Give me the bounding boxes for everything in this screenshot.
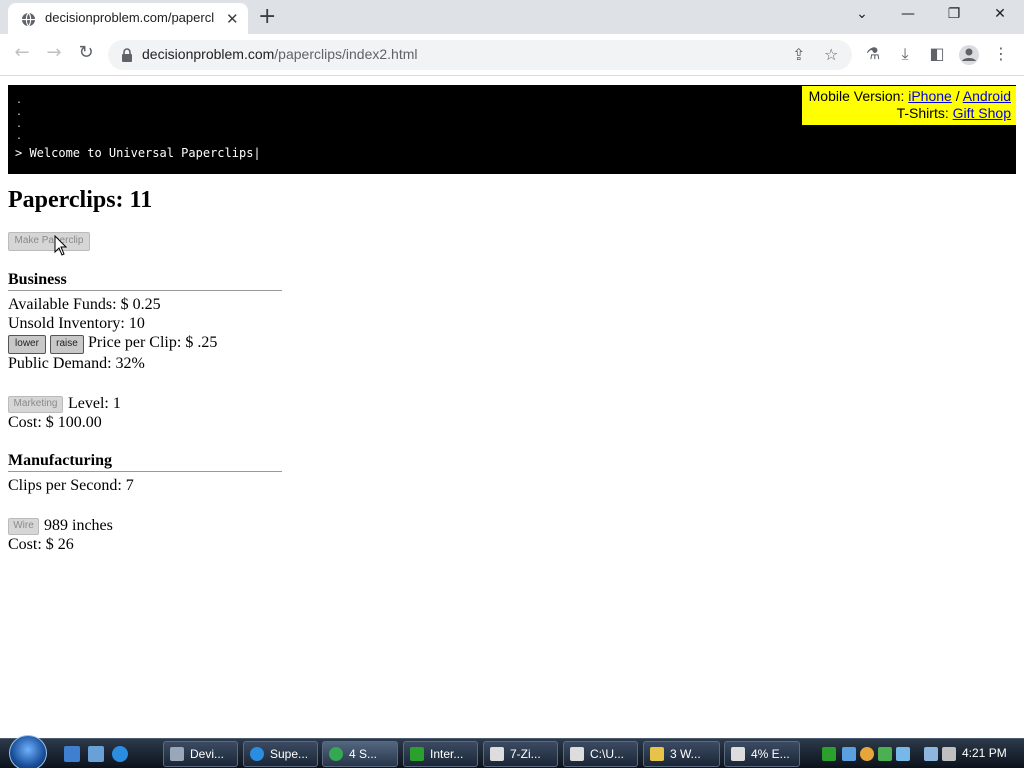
forward-icon[interactable]: → [42,42,66,66]
tray-network-icon[interactable] [842,747,856,761]
windows-taskbar: Devi... Supe... 4 S... Inter... 7-Zi... … [0,735,1024,768]
task-label: Supe... [270,747,309,761]
unsold-inventory: Unsold Inventory: 10 [8,315,145,332]
tray-flag-icon[interactable] [822,747,836,761]
taskbar-task[interactable]: 4 S... [322,741,398,767]
taskbar-task[interactable]: Inter... [403,741,478,767]
clips-per-second: Clips per Second: 7 [8,477,134,494]
wire-button[interactable]: Wire [8,518,39,535]
task-label: 7-Zi... [510,747,541,761]
sidepanel-icon[interactable]: ◧ [926,44,948,66]
console-dot: . [16,95,23,106]
task-label: C:\U... [590,747,625,761]
marketing-button[interactable]: Marketing [8,396,63,413]
tray-security-icon[interactable] [878,747,892,761]
close-window-icon[interactable]: ✕ [990,6,1010,22]
show-desktop-icon[interactable] [64,746,80,762]
price-per-clip: Price per Clip: $ .25 [88,334,218,351]
tray-app-icon[interactable] [896,747,910,761]
taskbar-task[interactable]: C:\U... [563,741,638,767]
taskbar-task[interactable]: 7-Zi... [483,741,558,767]
console-dot: . [16,119,23,130]
url-text[interactable]: decisionproblem.com/paperclips/index2.ht… [142,46,417,62]
browser-tab[interactable]: decisionproblem.com/paperclip ✕ [8,3,248,34]
url-host: decisionproblem.com [142,46,275,62]
iphone-link[interactable]: iPhone [908,88,952,104]
taskbar-task[interactable]: 3 W... [643,741,720,767]
new-tab-icon[interactable]: + [258,4,276,29]
available-funds: Available Funds: $ 0.25 [8,296,161,313]
minimize-icon[interactable]: — [898,6,918,22]
windows-start-icon[interactable] [9,735,47,768]
folder-icon [650,747,664,761]
mobile-row: Mobile Version: iPhone / Android [802,88,1011,105]
manufacturing-title: Manufacturing [8,452,112,469]
restore-icon[interactable]: ❐ [944,6,964,22]
marketing-cost: Cost: $ 100.00 [8,414,102,431]
tray-shield-icon[interactable] [860,747,874,761]
paperclips-count: Paperclips: 11 [8,187,153,213]
raise-price-button[interactable]: raise [50,335,84,354]
mobile-label: Mobile Version: [808,88,905,104]
browser-tabstrip: decisionproblem.com/paperclip ✕ + ⌄ — ❐ … [0,0,1024,34]
task-label: 4% E... [751,747,790,761]
chrome-icon [329,747,343,761]
reload-icon[interactable]: ↻ [74,42,98,66]
taskbar-task[interactable]: 4% E... [724,741,800,767]
task-label: 4 S... [349,747,378,761]
seven-zip-icon [570,747,584,761]
taskbar-clock[interactable]: 4:21 PM [962,746,1007,760]
taskbar-task[interactable]: Supe... [243,741,318,767]
tshirts-label: T-Shirts: [896,105,949,121]
lower-price-button[interactable]: lower [8,335,46,354]
business-divider [8,290,282,291]
business-title: Business [8,271,67,288]
ie-icon [250,747,264,761]
public-demand: Public Demand: 32% [8,355,145,372]
task-label: Devi... [190,747,225,761]
lock-icon[interactable] [120,47,134,63]
manufacturing-divider [8,471,282,472]
android-link[interactable]: Android [963,88,1011,104]
share-icon[interactable]: ⇪ [792,45,805,64]
wire-cost: Cost: $ 26 [8,536,74,553]
seven-zip-icon [731,747,745,761]
star-icon[interactable]: ☆ [824,45,838,64]
switch-windows-icon[interactable] [88,746,104,762]
task-label: 3 W... [670,747,701,761]
wire-amount: 989 inches [44,517,113,534]
console-line: > Welcome to Universal Paperclips| [15,146,261,160]
tshirt-row: T-Shirts: Gift Shop [802,105,1011,122]
taskbar-task[interactable]: Devi... [163,741,238,767]
marketing-level: Level: 1 [68,395,121,412]
mouse-cursor-icon [54,235,68,256]
console-dot: . [16,131,23,142]
tab-search-icon[interactable]: ⌄ [852,6,872,22]
tab-title: decisionproblem.com/paperclip [45,10,215,25]
make-paperclip-button[interactable]: Make Paperclip [8,232,90,251]
address-bar[interactable]: decisionproblem.com/paperclips/index2.ht… [108,40,852,70]
extension-icon[interactable]: ⚗ [862,44,884,66]
back-icon[interactable]: ← [10,42,34,66]
task-label: Inter... [430,747,464,761]
promo-box: Mobile Version: iPhone / Android T-Shirt… [802,86,1016,125]
flag-icon [410,747,424,761]
console-dot: . [16,107,23,118]
globe-icon [21,12,36,27]
tray-volume-icon[interactable] [942,747,956,761]
menu-icon[interactable]: ⋮ [990,44,1012,66]
gift-shop-link[interactable]: Gift Shop [953,105,1011,121]
tray-monitor-icon[interactable] [924,747,938,761]
internet-explorer-icon[interactable] [112,746,128,762]
url-path: /paperclips/index2.html [274,46,418,62]
download-icon[interactable]: ⤓ [894,44,916,66]
profile-icon[interactable] [958,44,980,66]
promo-separator: / [955,88,960,104]
device-manager-icon [170,747,184,761]
seven-zip-icon [490,747,504,761]
tab-close-icon[interactable]: ✕ [226,10,239,28]
